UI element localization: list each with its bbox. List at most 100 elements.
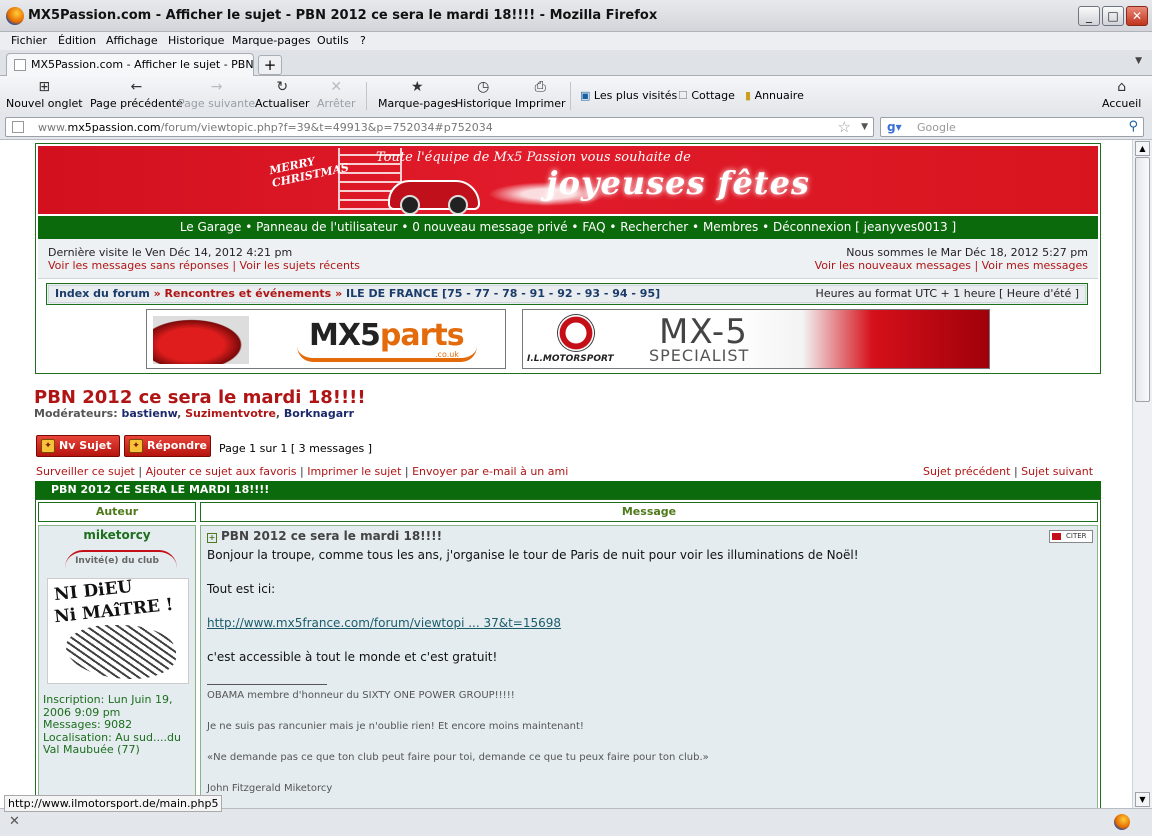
close-button[interactable]: ✕	[1126, 6, 1148, 26]
tab-list-chevron-icon[interactable]: ▼	[1135, 56, 1142, 66]
menu-edition[interactable]: Édition	[58, 34, 96, 47]
print-button[interactable]: ⎙ Imprimer	[515, 79, 566, 110]
post-subject[interactable]: + PBN 2012 ce sera le mardi 18!!!!	[207, 529, 442, 543]
scroll-down-icon[interactable]: ▼	[1135, 792, 1150, 807]
menu-marque-pages[interactable]: Marque-pages	[232, 34, 310, 47]
bookmark-most-visited[interactable]: ▣ Les plus visités	[580, 89, 677, 102]
menu-outils[interactable]: Outils	[317, 34, 349, 47]
moderators-line: Modérateurs: bastienw, Suzimentvotre, Bo…	[34, 407, 355, 420]
print-topic-link[interactable]: Imprimer le sujet	[307, 465, 401, 478]
avatar: NI DiEU Ni MAîTRE !	[47, 577, 189, 684]
new-my-messages-links[interactable]: Voir les nouveaux messages | Voir mes me…	[815, 259, 1088, 272]
bookmark-cottage[interactable]: ☐ Cottage	[678, 89, 735, 102]
bookmark-star-icon: ★	[410, 79, 424, 95]
new-tab-toolbar-button[interactable]: ⊞ Nouvel onglet	[6, 79, 83, 110]
google-icon[interactable]: g▾	[887, 120, 902, 134]
maximize-button[interactable]: □	[1102, 6, 1124, 26]
address-toolbar: www.mx5passion.com/forum/viewtopic.php?f…	[0, 114, 1152, 140]
pagination-info: Page 1 sur 1 [ 3 messages ]	[219, 442, 373, 455]
email-topic-link[interactable]: Envoyer par e-mail à un ami	[412, 465, 568, 478]
search-icon[interactable]: ⚲	[1128, 119, 1138, 134]
history-button[interactable]: ◷ Historique	[455, 79, 511, 110]
quote-button[interactable]: CITER	[1049, 530, 1093, 543]
scroll-up-icon[interactable]: ▲	[1135, 141, 1150, 156]
page-viewport: MERRY CHRISTMAS Toute l'équipe de Mx5 Pas…	[0, 140, 1132, 808]
reload-button[interactable]: ↻ Actualiser	[255, 79, 310, 110]
moderator-link[interactable]: Suzimentvotre	[185, 407, 276, 420]
window-titlebar: MX5Passion.com - Afficher le sujet - PBN…	[0, 0, 1152, 32]
watch-topic-link[interactable]: Surveiller ce sujet	[36, 465, 135, 478]
breadcrumb-category[interactable]: Rencontres et événements	[165, 287, 332, 300]
most-visited-icon: ▣	[580, 89, 591, 102]
printer-icon: ⎙	[534, 79, 546, 95]
sketch-drawing	[66, 625, 176, 679]
window-title: MX5Passion.com - Afficher le sujet - PBN…	[28, 8, 658, 23]
minimize-button[interactable]: _	[1078, 6, 1100, 26]
favorite-topic-link[interactable]: Ajouter ce sujet aux favoris	[146, 465, 297, 478]
stop-button[interactable]: ✕ Arrêter	[317, 79, 356, 110]
domain-suffix: .co.uk	[435, 350, 459, 359]
gift-icon: ✦	[41, 439, 55, 453]
forum-header: MERRY CHRISTMAS Toute l'équipe de Mx5 Pas…	[35, 143, 1101, 374]
forward-button[interactable]: → Page suivante	[178, 79, 255, 110]
new-topic-button[interactable]: ✦ Nv Sujet	[36, 435, 120, 457]
post-author-cell: miketorcy Invité(e) du club NI DiEU Ni M…	[38, 525, 196, 808]
vertical-scrollbar[interactable]: ▲ ▼	[1132, 140, 1152, 808]
forum-nav-bar[interactable]: Le Garage • Panneau de l'utilisateur • 0…	[38, 216, 1098, 239]
next-topic-link[interactable]: Sujet suivant	[1021, 465, 1093, 478]
column-header-author: Auteur	[38, 502, 196, 522]
address-field[interactable]: www.mx5passion.com/forum/viewtopic.php?f…	[5, 117, 874, 137]
tab-title: MX5Passion.com - Afficher le sujet - PBN…	[31, 58, 282, 71]
topic-header-bar: PBN 2012 CE SERA LE MARDI 18!!!!	[35, 481, 1101, 499]
moderator-link[interactable]: Borknagarr	[284, 407, 354, 420]
search-placeholder: Google	[917, 121, 956, 134]
page-icon: ☐	[678, 89, 688, 102]
home-icon: ⌂	[1117, 79, 1127, 95]
post-link[interactable]: http://www.mx5france.com/forum/viewtopi …	[207, 616, 561, 630]
scroll-thumb[interactable]	[1135, 157, 1150, 402]
menu-fichier[interactable]: Fichier	[11, 34, 47, 47]
tab-mx5passion[interactable]: MX5Passion.com - Afficher le sujet - PBN…	[6, 53, 282, 76]
post-icon: +	[207, 533, 217, 543]
site-identity-icon[interactable]	[12, 121, 24, 133]
topic-actions: Surveiller ce sujet | Ajouter ce sujet a…	[36, 465, 569, 478]
ilmotorsport-brand: I.L.MOTORSPORT	[527, 354, 614, 364]
menu-affichage[interactable]: Affichage	[106, 34, 158, 47]
menu-historique[interactable]: Historique	[168, 34, 224, 47]
column-header-message: Message	[200, 502, 1098, 522]
search-input[interactable]: g▾ Google ⚲	[880, 117, 1144, 137]
ilmotorsport-ad[interactable]: I.L.MOTORSPORT MX-5 SPECIALIST	[522, 309, 990, 369]
status-url: http://www.ilmotorsport.de/main.php5	[4, 795, 223, 812]
reply-button[interactable]: ✦ Répondre	[124, 435, 211, 457]
previous-topic-link[interactable]: Sujet précédent	[923, 465, 1010, 478]
stop-icon: ✕	[330, 79, 343, 95]
breadcrumb-forum[interactable]: ILE DE FRANCE [75 - 77 - 78 - 91 - 92 - …	[346, 287, 660, 300]
url-history-chevron-down-icon[interactable]: ▼	[861, 122, 868, 132]
post-body: Bonjour la troupe, comme tous les ans, j…	[207, 548, 859, 664]
bookmark-annuaire[interactable]: ▮ Annuaire	[745, 89, 804, 102]
red-car-image	[153, 316, 249, 364]
author-rank: Invité(e) du club	[75, 556, 159, 566]
close-findbar-icon[interactable]: ✕	[9, 814, 20, 829]
topic-title[interactable]: PBN 2012 ce sera le mardi 18!!!!	[34, 387, 366, 408]
menu-help[interactable]: ?	[360, 34, 366, 47]
page-icon	[14, 59, 26, 71]
unanswered-recent-links[interactable]: Voir les messages sans réponses | Voir l…	[48, 259, 360, 272]
christmas-banner: MERRY CHRISTMAS Toute l'équipe de Mx5 Pas…	[38, 146, 1098, 214]
author-name[interactable]: miketorcy	[39, 528, 195, 542]
home-button[interactable]: ⌂ Accueil	[1102, 79, 1141, 110]
breadcrumb-index[interactable]: Index du forum	[55, 287, 150, 300]
moderator-link[interactable]: bastienw	[121, 407, 177, 420]
new-tab-button[interactable]: +	[258, 55, 282, 75]
address-text: www.mx5passion.com/forum/viewtopic.php?f…	[38, 121, 493, 134]
signature: OBAMA membre d'honneur du SIXTY ONE POWE…	[207, 684, 1087, 808]
status-bar: http://www.ilmotorsport.de/main.php5 ✕	[0, 795, 1152, 836]
back-button[interactable]: ← Page précédente	[90, 79, 183, 110]
bookmark-star-icon[interactable]: ☆	[838, 118, 851, 136]
navigation-toolbar: ⊞ Nouvel onglet ← Page précédente → Page su…	[0, 76, 1152, 114]
gift-icon: ✦	[129, 439, 143, 453]
bookmarks-button[interactable]: ★ Marque-pages	[378, 79, 456, 110]
mx5parts-ad[interactable]: MX5parts .co.uk	[146, 309, 506, 369]
timezone-text: Heures au format UTC + 1 heure [ Heure d…	[815, 287, 1079, 300]
breadcrumb: Index du forum » Rencontres et événement…	[46, 283, 1088, 305]
